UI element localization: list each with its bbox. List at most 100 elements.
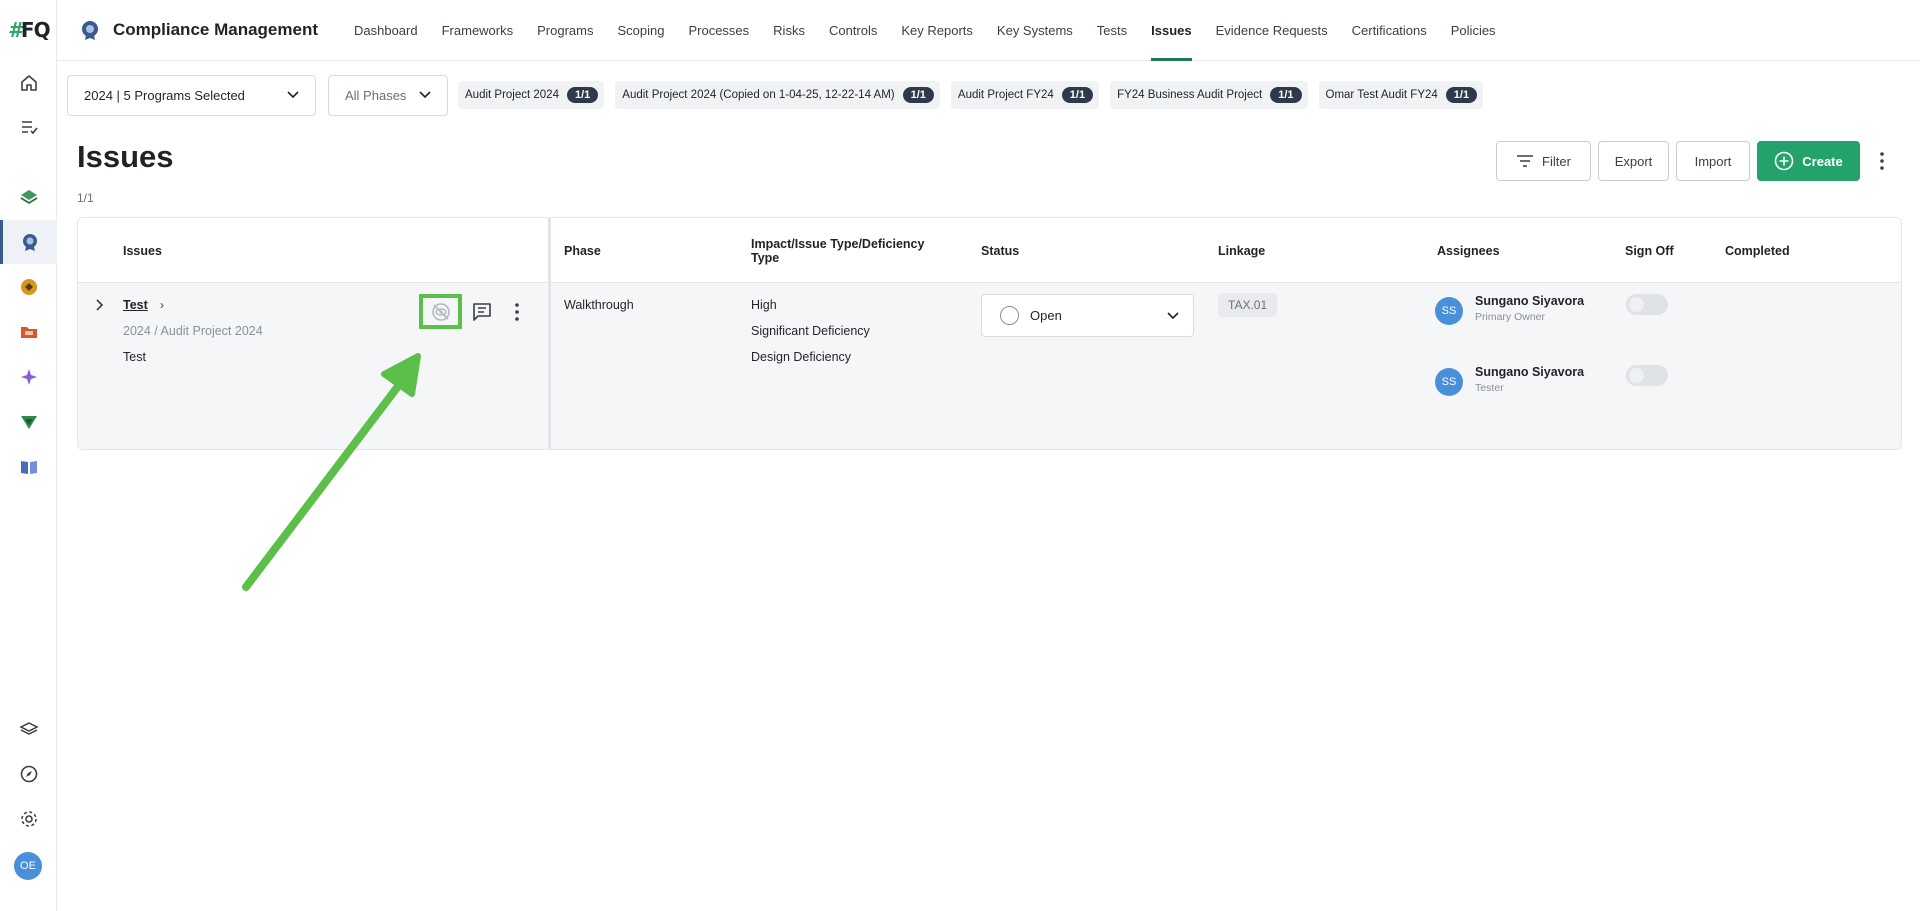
issue-description: Test — [123, 350, 146, 364]
column-header-status[interactable]: Status — [981, 218, 1019, 283]
comment-icon[interactable] — [469, 299, 495, 325]
phase-select[interactable]: All Phases — [328, 74, 448, 116]
home-icon[interactable] — [0, 61, 57, 105]
chip-label: Omar Test Audit FY24 — [1325, 89, 1438, 101]
chip-count: 1/1 — [1270, 87, 1302, 103]
tab-programs[interactable]: Programs — [525, 0, 605, 61]
chevron-down-icon — [287, 91, 299, 99]
program-chip[interactable]: Audit Project 2024 (Copied on 1-04-25, 1… — [615, 81, 940, 109]
create-button-label: Create — [1802, 153, 1843, 169]
export-button-label: Export — [1614, 153, 1653, 169]
tab-evidence-requests[interactable]: Evidence Requests — [1204, 0, 1340, 61]
chip-count: 1/1 — [1061, 87, 1094, 103]
deficiency-type-value: Design Deficiency — [751, 350, 852, 364]
tab-issues[interactable]: Issues — [1139, 0, 1203, 61]
issues-table: Issues Phase Impact/Issue Type/Deficienc… — [77, 217, 1902, 450]
column-header-impact-line2: Type — [751, 250, 780, 265]
row-kebab-icon[interactable] — [504, 299, 530, 325]
tab-dashboard[interactable]: Dashboard — [342, 0, 430, 61]
status-select[interactable]: Open — [981, 294, 1194, 337]
filter-button-label: Filter — [1542, 153, 1571, 169]
academy-icon[interactable] — [0, 707, 57, 751]
phase-value: Walkthrough — [564, 298, 634, 312]
result-count: 1/1 — [77, 191, 94, 205]
compliance-badge-icon — [82, 21, 98, 40]
tab-policies[interactable]: Policies — [1439, 0, 1508, 61]
compliance-app-icon[interactable] — [0, 220, 57, 264]
program-chip[interactable]: FY24 Business Audit Project 1/1 — [1110, 81, 1308, 109]
assignee-role: Primary Owner — [1475, 311, 1546, 323]
program-chip[interactable]: Audit Project 2024 1/1 — [458, 81, 605, 109]
chip-count: 1/1 — [566, 87, 599, 103]
page-actions: Filter Export Import Create — [1496, 141, 1890, 181]
column-header-sign-off[interactable]: Sign Off — [1625, 218, 1674, 283]
tab-key-reports[interactable]: Key Reports — [889, 0, 985, 61]
chip-label: Audit Project 2024 — [465, 89, 559, 101]
program-select[interactable]: 2024 | 5 Programs Selected — [67, 74, 316, 116]
settings-gear-icon[interactable] — [0, 797, 57, 841]
column-header-completed[interactable]: Completed — [1725, 218, 1790, 283]
tab-certifications[interactable]: Certifications — [1340, 0, 1439, 61]
column-header-phase[interactable]: Phase — [564, 218, 601, 283]
layers-app-icon[interactable] — [0, 175, 57, 219]
assignee-name: Sungano Siyavora — [1475, 294, 1585, 308]
issue-type-value: Significant Deficiency — [751, 324, 870, 338]
sign-off-toggle[interactable] — [1626, 365, 1668, 386]
chip-count: 1/1 — [902, 87, 934, 103]
tab-key-systems[interactable]: Key Systems — [985, 0, 1085, 61]
export-button[interactable]: Export — [1598, 141, 1669, 181]
chip-count: 1/1 — [1445, 87, 1478, 103]
send-app-icon[interactable] — [0, 400, 57, 444]
open-issue-chevron-icon[interactable]: › — [160, 298, 164, 312]
program-chip[interactable]: Audit Project FY24 1/1 — [950, 81, 1100, 109]
column-header-impact[interactable]: Impact/Issue Type/Deficiency Type — [751, 218, 924, 283]
filter-row: 2024 | 5 Programs Selected All Phases Au… — [67, 74, 1494, 116]
annotation-arrow — [242, 353, 421, 591]
issue-title-link[interactable]: Test — [123, 298, 148, 312]
filter-button[interactable]: Filter — [1496, 141, 1591, 181]
top-nav: Compliance Management Dashboard Framewor… — [57, 0, 1920, 61]
tasks-icon[interactable] — [0, 105, 57, 149]
user-avatar[interactable]: OE — [14, 852, 42, 880]
compass-icon[interactable] — [0, 752, 57, 796]
chevron-down-icon — [419, 91, 431, 99]
column-header-linkage[interactable]: Linkage — [1218, 218, 1265, 283]
column-header-assignees[interactable]: Assignees — [1437, 218, 1500, 283]
app-title[interactable]: Compliance Management — [79, 19, 318, 41]
tab-processes[interactable]: Processes — [676, 0, 761, 61]
column-header-impact-line1: Impact/Issue Type/Deficiency — [751, 236, 925, 251]
table-row[interactable]: Test › 2024 / Audit Project 2024 Test Wa… — [78, 283, 1901, 449]
filter-lines-icon — [1517, 155, 1534, 167]
status-circle-icon — [1000, 306, 1019, 325]
book-app-icon[interactable] — [0, 445, 57, 489]
sign-off-toggle[interactable] — [1626, 294, 1668, 315]
chip-label: Audit Project 2024 (Copied on 1-04-25, 1… — [622, 89, 895, 101]
more-options-icon[interactable] — [1874, 149, 1890, 173]
assignee-avatar: SS — [1435, 368, 1463, 396]
import-button[interactable]: Import — [1676, 141, 1750, 181]
assignee-name: Sungano Siyavora — [1475, 365, 1585, 379]
expand-row-chevron-icon[interactable] — [91, 297, 107, 313]
tab-tests[interactable]: Tests — [1085, 0, 1139, 61]
app-logo[interactable]: #FQ — [8, 18, 51, 42]
folder-app-icon[interactable] — [0, 310, 57, 354]
tab-controls[interactable]: Controls — [817, 0, 889, 61]
tab-risks[interactable]: Risks — [761, 0, 817, 61]
create-button[interactable]: Create — [1757, 141, 1860, 181]
page-title: Issues — [77, 139, 174, 174]
tab-scoping[interactable]: Scoping — [605, 0, 676, 61]
program-select-value: 2024 | 5 Programs Selected — [84, 87, 245, 103]
assignee-item: SS Sungano Siyavora Tester — [1435, 365, 1584, 396]
program-chip[interactable]: Omar Test Audit FY24 1/1 — [1318, 81, 1484, 109]
assignee-avatar: SS — [1435, 297, 1463, 325]
impact-value: High — [751, 298, 777, 312]
column-header-issues[interactable]: Issues — [123, 218, 162, 283]
linkage-chip[interactable]: TAX.01 — [1218, 293, 1278, 317]
sparkle-app-icon[interactable] — [0, 355, 57, 399]
assignee-role: Tester — [1475, 382, 1504, 394]
tab-frameworks[interactable]: Frameworks — [430, 0, 526, 61]
assignee-item: SS Sungano Siyavora Primary Owner — [1435, 294, 1584, 325]
risk-app-icon[interactable] — [0, 265, 57, 309]
import-button-label: Import — [1694, 153, 1732, 169]
column-divider — [548, 218, 551, 449]
